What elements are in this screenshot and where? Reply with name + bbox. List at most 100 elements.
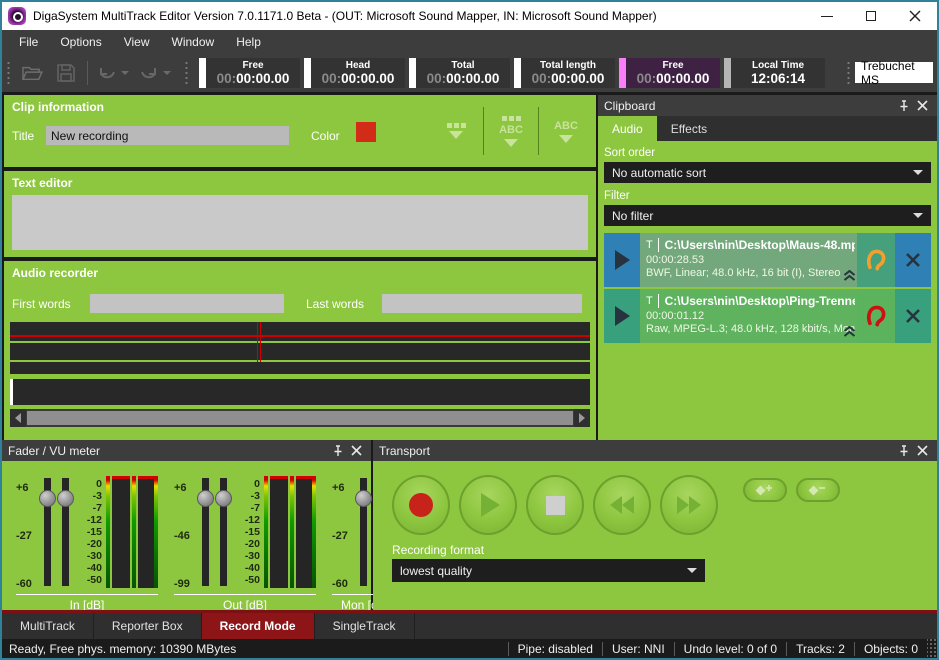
sort-order-dropdown[interactable]: No automatic sort: [604, 162, 931, 183]
remove-marker-button[interactable]: [796, 478, 840, 502]
item-prelisten-button[interactable]: [857, 289, 895, 343]
close-button[interactable]: [893, 2, 937, 30]
menu-file[interactable]: File: [8, 32, 49, 52]
item-play-button[interactable]: [604, 289, 640, 343]
clipboard-item[interactable]: T C:\Users\nin\Desktop\Ping-Trenner.MP3 …: [604, 289, 931, 343]
title-input[interactable]: [46, 126, 289, 145]
filter-dropdown[interactable]: No filter: [604, 205, 931, 226]
record-button[interactable]: [392, 475, 450, 535]
fader-mark: -46: [174, 530, 200, 542]
scroll-right-button[interactable]: [574, 409, 590, 427]
item-type-badge: T: [646, 239, 653, 251]
transport-buttons: [392, 475, 840, 535]
ear-icon: [865, 303, 887, 329]
forward-button[interactable]: [660, 475, 718, 535]
tab-reporter-box[interactable]: Reporter Box: [94, 613, 202, 639]
display-free-prefix: 00:: [217, 71, 237, 86]
display-total-value: 00:00.00: [446, 71, 499, 86]
item-info[interactable]: T C:\Users\nin\Desktop\Ping-Trenner.MP3 …: [640, 289, 857, 343]
pin-button[interactable]: [329, 443, 347, 459]
recording-format-dropdown[interactable]: lowest quality: [392, 559, 705, 582]
abc-dropdown-button[interactable]: ABC: [544, 120, 588, 143]
recording-format-value: lowest quality: [400, 564, 472, 578]
first-words-input[interactable]: [90, 294, 284, 313]
redo-button[interactable]: [134, 59, 176, 87]
minimize-button[interactable]: [805, 2, 849, 30]
waveform-track-1[interactable]: [10, 322, 590, 341]
icon-separator: [483, 107, 484, 155]
toolbar-grip-2[interactable]: [184, 60, 189, 86]
transport-title: Transport: [379, 444, 895, 458]
undo-icon: [97, 65, 117, 81]
font-selector[interactable]: Trebuchet MS: [855, 62, 933, 83]
last-words-input[interactable]: [382, 294, 582, 313]
tab-singletrack[interactable]: SingleTrack: [315, 613, 415, 639]
open-button[interactable]: [15, 59, 49, 87]
item-prelisten-button[interactable]: [857, 233, 895, 287]
toolbar-grip[interactable]: [6, 60, 11, 86]
maximize-button[interactable]: [849, 2, 893, 30]
save-button[interactable]: [49, 59, 83, 87]
pin-button[interactable]: [895, 98, 913, 114]
overview-strip[interactable]: [10, 379, 590, 405]
group-underline: [16, 594, 158, 595]
scrollbar-thumb[interactable]: [27, 411, 573, 425]
toolbar-grip-3[interactable]: [846, 60, 851, 86]
tab-audio[interactable]: Audio: [598, 116, 657, 141]
vu-scale-tick: -12: [234, 514, 260, 526]
play-button[interactable]: [459, 475, 517, 535]
filter-value: No filter: [612, 209, 653, 223]
menu-bar: File Options View Window Help: [2, 30, 937, 53]
chevron-down-icon: [687, 568, 697, 573]
waveform-scrollbar[interactable]: [10, 409, 590, 427]
close-panel-button[interactable]: [913, 443, 931, 459]
expand-chevron-button[interactable]: [843, 268, 856, 286]
text-editor-area[interactable]: [12, 195, 588, 250]
display-free: Free 00:00:00.00: [199, 58, 300, 88]
waveform-track-3[interactable]: [10, 362, 590, 374]
waveform-track-2[interactable]: [10, 343, 590, 360]
display-total-label: Total: [451, 60, 474, 71]
fader-knob[interactable]: [39, 490, 56, 507]
pin-button[interactable]: [895, 443, 913, 459]
item-remove-button[interactable]: [895, 289, 931, 343]
play-icon: [615, 306, 630, 326]
marker-dropdown-button[interactable]: [434, 123, 478, 139]
fader-knob[interactable]: [57, 490, 74, 507]
tab-record-mode[interactable]: Record Mode: [202, 613, 315, 639]
menu-view[interactable]: View: [113, 32, 161, 52]
undo-button[interactable]: [92, 59, 134, 87]
close-panel-button[interactable]: [347, 443, 365, 459]
expand-chevron-button[interactable]: [843, 324, 856, 342]
menu-options[interactable]: Options: [49, 32, 112, 52]
rewind-button[interactable]: [593, 475, 651, 535]
scroll-left-button[interactable]: [10, 409, 26, 427]
resize-grip[interactable]: [927, 639, 937, 658]
item-remove-button[interactable]: [895, 233, 931, 287]
fader-knob[interactable]: [355, 490, 372, 507]
close-panel-button[interactable]: [913, 98, 931, 114]
playhead-cursor[interactable]: [257, 322, 258, 362]
fader-mark: +6: [16, 482, 42, 494]
tab-effects[interactable]: Effects: [657, 116, 721, 141]
menu-help[interactable]: Help: [225, 32, 272, 52]
vu-scale-tick: -15: [76, 526, 102, 538]
abc-label: ABC: [499, 124, 523, 136]
fader-knob[interactable]: [197, 490, 214, 507]
play-icon: [615, 250, 630, 270]
clipboard-item[interactable]: T C:\Users\nin\Desktop\Maus-48.mp3.wav 0…: [604, 233, 931, 287]
stop-button[interactable]: [526, 475, 584, 535]
menu-window[interactable]: Window: [161, 32, 226, 52]
item-info[interactable]: T C:\Users\nin\Desktop\Maus-48.mp3.wav 0…: [640, 233, 857, 287]
vu-scale-tick: -12: [76, 514, 102, 526]
fader-knob[interactable]: [215, 490, 232, 507]
first-words-label: First words: [12, 297, 71, 311]
color-swatch[interactable]: [356, 122, 376, 142]
marker-abc-dropdown-button[interactable]: ABC: [489, 116, 533, 147]
item-play-button[interactable]: [604, 233, 640, 287]
waveform-display[interactable]: [10, 322, 590, 408]
chevron-down-icon: [449, 131, 463, 139]
add-marker-button[interactable]: [743, 478, 787, 502]
playhead-cursor[interactable]: [260, 322, 261, 362]
tab-multitrack[interactable]: MultiTrack: [2, 613, 94, 639]
